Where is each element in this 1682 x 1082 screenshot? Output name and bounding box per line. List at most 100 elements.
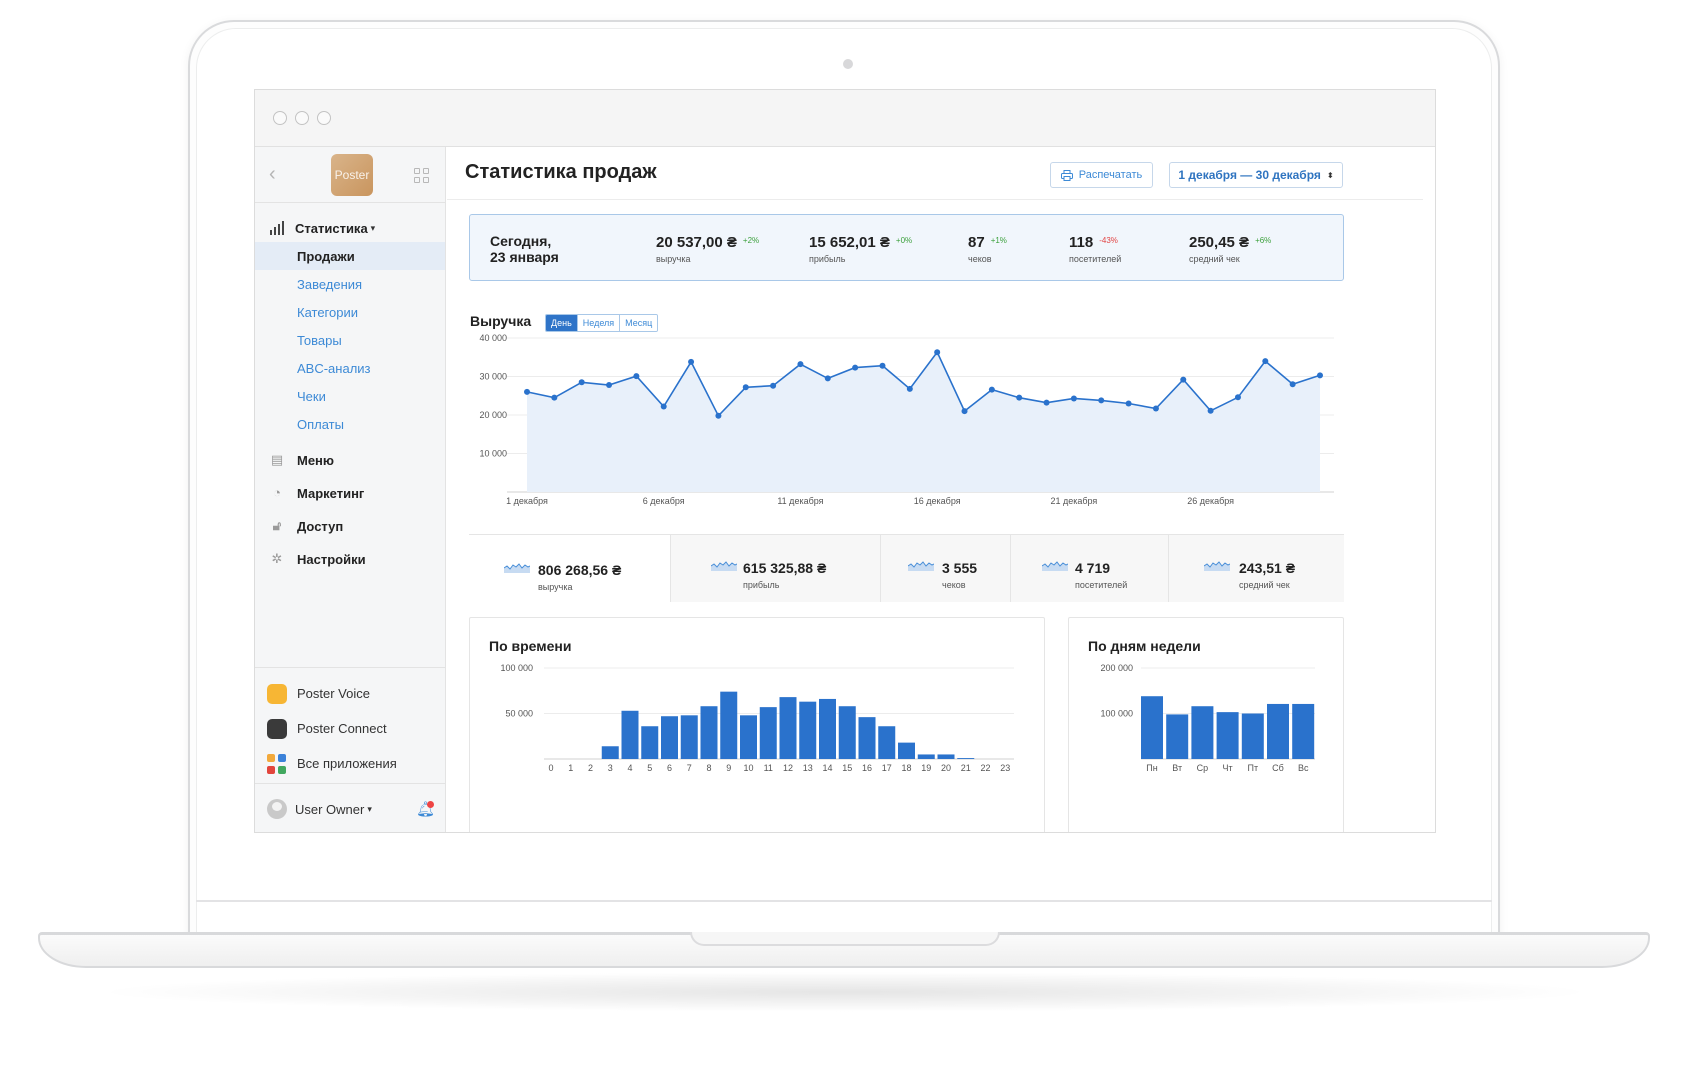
total-label: прибыль	[743, 580, 780, 590]
date-range-select[interactable]: 1 декабря — 30 декабря ⬍	[1169, 162, 1343, 188]
sidebar-sub-abc[interactable]: ABC-анализ	[255, 354, 445, 382]
user-menu[interactable]: User Owner ▾ 🔔︎	[255, 783, 445, 832]
x-tick-label: 2	[588, 763, 593, 773]
total-average-check[interactable]: 243,51 ₴ средний чек	[1168, 535, 1344, 602]
laptop-notch	[690, 932, 1000, 946]
total-value: 3 555	[942, 560, 978, 576]
revenue-point	[606, 381, 613, 388]
revenue-point	[852, 364, 859, 371]
sidebar-item-statistics[interactable]: Статистика ▾	[255, 214, 445, 242]
app-poster-connect[interactable]: Poster Connect	[255, 711, 445, 746]
camera-icon	[843, 59, 853, 69]
apps-grid-icon[interactable]	[414, 168, 429, 183]
sidebar-sub-venues[interactable]: Заведения	[255, 270, 445, 298]
x-tick-label: 15	[842, 763, 852, 773]
sidebar-sub-receipts[interactable]: Чеки	[255, 382, 445, 410]
x-tick-label: 1 декабря	[506, 496, 548, 506]
x-tick-label: Сб	[1272, 763, 1284, 773]
sidebar-item-marketing[interactable]: ◔ Маркетинг	[255, 477, 445, 510]
x-tick-label: 7	[687, 763, 692, 773]
revenue-point	[551, 394, 558, 401]
caret-down-icon: ▾	[370, 222, 376, 233]
bar	[957, 758, 975, 759]
total-profit[interactable]: 615 325,88 ₴ прибыль	[670, 535, 880, 602]
x-tick-label: 5	[647, 763, 652, 773]
total-receipts[interactable]: 3 555 чеков	[880, 535, 1010, 602]
revenue-line-chart: 40 000 30 000 20 000 10 000 1 декабря 6 декаб…	[479, 333, 1334, 506]
y-tick-label: 30 000	[479, 372, 507, 382]
revenue-point	[906, 385, 913, 392]
bar	[740, 715, 757, 759]
revenue-point	[633, 373, 640, 380]
sidebar-sub-payments[interactable]: Оплаты	[255, 410, 445, 438]
sidebar-sub-products[interactable]: Товары	[255, 326, 445, 354]
x-tick-label: Чт	[1223, 763, 1233, 773]
revenue-point	[824, 375, 831, 382]
sidebar-item-menu-label: Меню	[297, 453, 335, 468]
sidebar-item-settings[interactable]: ✲ Настройки	[255, 543, 445, 576]
sidebar-item-access-label: Доступ	[297, 519, 344, 534]
location-pin-icon	[267, 719, 287, 739]
back-chevron-icon[interactable]: ‹	[269, 163, 276, 186]
bar	[937, 754, 955, 759]
today-label: Сегодня, 23 января	[490, 233, 559, 265]
x-tick-label: 16 декабря	[914, 496, 961, 506]
bar	[641, 726, 659, 759]
kpi-label: прибыль	[809, 254, 846, 264]
sparkline-icon	[908, 561, 934, 571]
app-poster-voice[interactable]: Poster Voice	[255, 676, 445, 711]
x-tick-label: 21 декабря	[1050, 496, 1097, 506]
poster-logo[interactable]: Poster	[331, 154, 373, 196]
x-tick-label: 26 декабря	[1187, 496, 1234, 506]
revenue-point	[988, 386, 995, 393]
revenue-point	[1317, 372, 1323, 379]
revenue-point	[742, 384, 749, 391]
total-value: 4 719	[1075, 560, 1111, 576]
app-all-apps[interactable]: Все приложения	[255, 746, 445, 781]
revenue-point	[1234, 394, 1241, 401]
x-tick-label: 12	[783, 763, 793, 773]
y-tick-label: 200 000	[1100, 663, 1133, 673]
x-tick-label: 4	[627, 763, 632, 773]
kpi-receipts: 87 +1% чеков	[968, 234, 1007, 264]
revenue-point	[1207, 407, 1214, 414]
by-time-card: По времени 100 000 50 000 0 1 2 3 4 5 6 7 8 9 10 11 12…	[469, 617, 1045, 832]
by-weekday-card: По дням недели 200 000 100 000 Пн Вт Ср Чт Пт С…	[1068, 617, 1344, 832]
x-tick-label: 21	[961, 763, 971, 773]
kpi-label: чеков	[968, 254, 992, 264]
x-tick-label: Ср	[1197, 763, 1209, 773]
sidebar-item-access[interactable]: 🔓︎ Доступ	[255, 510, 445, 543]
total-label: выручка	[538, 582, 573, 592]
sidebar-sub-categories[interactable]: Категории	[255, 298, 445, 326]
revenue-point	[770, 382, 777, 389]
sidebar-item-menu[interactable]: ▤ Меню	[255, 444, 445, 477]
document-icon: ▤	[270, 452, 284, 467]
x-tick-label: 16	[862, 763, 872, 773]
bar	[661, 716, 678, 759]
total-revenue[interactable]: 806 268,56 ₴ выручка	[469, 535, 670, 602]
kpi-value: 20 537,00 ₴	[656, 234, 737, 251]
total-value: 615 325,88 ₴	[743, 560, 827, 576]
revenue-point	[715, 412, 722, 419]
window-maximize-button[interactable]	[317, 111, 331, 125]
bar	[1191, 706, 1214, 759]
x-tick-label: 11 декабря	[777, 496, 823, 506]
sparkline-icon	[504, 563, 530, 573]
window-close-button[interactable]	[273, 111, 287, 125]
print-button[interactable]: Распечатать	[1050, 162, 1153, 188]
revenue-point	[879, 362, 886, 369]
today-label-line1: Сегодня,	[490, 233, 552, 249]
bar	[1216, 712, 1239, 759]
window-minimize-button[interactable]	[295, 111, 309, 125]
x-tick-label: 13	[803, 763, 813, 773]
bar	[858, 717, 876, 759]
bar	[1166, 714, 1189, 759]
bar	[819, 698, 836, 759]
x-tick-label: 14	[822, 763, 832, 773]
app-window: ‹ Poster Статистика ▾ Продажи Заведения К…	[254, 89, 1436, 833]
total-visitors[interactable]: 4 719 посетителей	[1010, 535, 1168, 602]
x-tick-label: 19	[921, 763, 931, 773]
sparkline-icon	[711, 561, 737, 571]
kpi-revenue: 20 537,00 ₴ +2% выручка	[656, 234, 759, 264]
sidebar-sub-sales[interactable]: Продажи	[255, 242, 445, 270]
